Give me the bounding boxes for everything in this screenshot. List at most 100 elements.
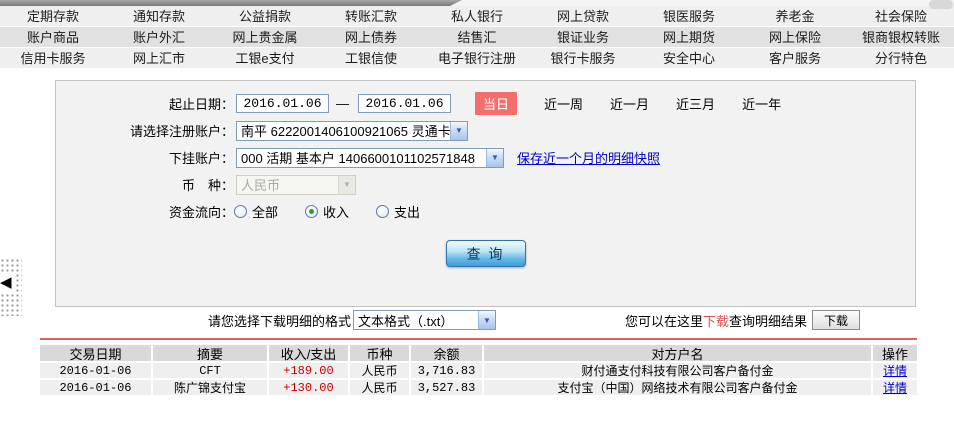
detail-link[interactable]: 详情	[883, 363, 907, 378]
nav-item-online-bonds[interactable]: 网上债券	[318, 27, 424, 47]
cell-counterparty: 财付通支付科技有限公司客户备付金	[484, 363, 871, 378]
nav-item-security-center[interactable]: 安全中心	[636, 48, 742, 68]
download-format-select[interactable]: 文本格式（.txt） ▼	[353, 310, 497, 330]
query-form-panel: 起止日期： — 当日 近一周 近一月 近三月 近一年 请选择注册账户： 南平 6…	[55, 80, 916, 307]
nav-item-credit-card[interactable]: 信用卡服务	[0, 48, 106, 68]
nav-item-bank-securities[interactable]: 银证业务	[530, 27, 636, 47]
cell-action: 详情	[873, 380, 917, 395]
cell-amount: +130.00	[269, 380, 348, 395]
nav-item-branch-features[interactable]: 分行特色	[848, 48, 954, 68]
table-top-divider	[40, 338, 917, 340]
header-amount: 收入/支出	[269, 345, 348, 361]
cell-currency: 人民币	[350, 380, 409, 395]
cell-action: 详情	[873, 363, 917, 378]
date-separator: —	[336, 96, 349, 111]
quick-filter-week[interactable]: 近一周	[544, 94, 583, 113]
currency-label: 币 种：	[181, 178, 234, 193]
nav-item-account-forex[interactable]: 账户外汇	[106, 27, 212, 47]
cell-balance: 3,527.83	[411, 380, 482, 395]
nav-item-notice-deposit[interactable]: 通知存款	[106, 6, 212, 26]
quick-filter-today-badge[interactable]: 当日	[475, 92, 518, 115]
date-range-label: 起止日期：	[168, 97, 234, 112]
radio-label: 全部	[252, 205, 279, 220]
table-row: 2016-01-06 CFT +189.00 人民币 3,716.83 财付通支…	[40, 363, 917, 378]
nav-item-online-insurance[interactable]: 网上保险	[742, 27, 848, 47]
register-account-select[interactable]: 南平 6222001406100921065 灵通卡 ▼	[236, 120, 468, 141]
nav-item-fx-market[interactable]: 网上汇市	[106, 48, 212, 68]
currency-value: 人民币	[241, 178, 281, 193]
radio-label: 收入	[323, 205, 350, 220]
nav-item-customer-service[interactable]: 客户服务	[742, 48, 848, 68]
sub-account-value: 000 活期 基本户 1406600101102571848	[241, 151, 475, 166]
download-hint-suffix: 查询明细结果	[728, 313, 807, 329]
download-button[interactable]: 下载	[812, 310, 860, 330]
main-navigation: 定期存款 通知存款 公益捐款 转账汇款 私人银行 网上贷款 银医服务 养老金 社…	[0, 6, 954, 69]
flow-option-expense[interactable]: 支出	[376, 202, 420, 221]
table-header-row: 交易日期 摘要 收入/支出 币种 余额 对方户名 操作	[40, 345, 917, 361]
flow-direction-label: 资金流向：	[168, 205, 234, 220]
quick-filter-quarter[interactable]: 近三月	[676, 94, 715, 113]
cell-summary: CFT	[153, 363, 267, 378]
query-button[interactable]: 查 询	[445, 240, 526, 267]
table-row: 2016-01-06 陈广锦支付宝 +130.00 人民币 3,527.83 支…	[40, 380, 917, 395]
nav-item-fx-settlement[interactable]: 结售汇	[424, 27, 530, 47]
nav-item-transfer-remittance[interactable]: 转账汇款	[318, 6, 424, 26]
cell-counterparty: 支付宝（中国）网络技术有限公司客户备付金	[484, 380, 871, 395]
nav-item-bank-merchant-transfer[interactable]: 银商银权转账	[848, 27, 954, 47]
flow-direction-row: 资金流向： 全部 收入 支出	[56, 198, 915, 225]
nav-item-bankcard-service[interactable]: 银行卡服务	[530, 48, 636, 68]
date-range-row: 起止日期： — 当日 近一周 近一月 近三月 近一年	[56, 90, 915, 117]
dropdown-arrow-icon: ▼	[478, 311, 496, 329]
nav-item-social-insurance[interactable]: 社会保险	[848, 6, 954, 26]
sub-account-label: 下挂账户：	[168, 151, 234, 166]
nav-item-icbc-epay[interactable]: 工银e支付	[212, 48, 318, 68]
nav-item-bank-medical[interactable]: 银医服务	[636, 6, 742, 26]
cell-amount: +189.00	[269, 363, 348, 378]
date-to-input[interactable]	[358, 94, 451, 113]
nav-row-1: 定期存款 通知存款 公益捐款 转账汇款 私人银行 网上贷款 银医服务 养老金 社…	[0, 6, 954, 27]
register-account-value: 南平 6222001406100921065 灵通卡	[241, 124, 450, 139]
header-summary: 摘要	[153, 345, 267, 361]
nav-row-2: 账户商品 账户外汇 网上贵金属 网上债券 结售汇 银证业务 网上期货 网上保险 …	[0, 27, 954, 48]
header-action: 操作	[873, 345, 917, 361]
dropdown-arrow-icon: ▼	[486, 148, 503, 167]
nav-item-icbc-messenger[interactable]: 工银信使	[318, 48, 424, 68]
radio-icon	[305, 205, 319, 218]
nav-item-charity-donation[interactable]: 公益捐款	[212, 6, 318, 26]
chrome-tab-remnant	[0, 0, 462, 6]
nav-item-private-banking[interactable]: 私人银行	[424, 6, 530, 26]
download-hint-highlight: 下载	[702, 313, 729, 329]
quick-filter-month[interactable]: 近一月	[610, 94, 649, 113]
detail-link[interactable]: 详情	[883, 380, 907, 395]
scrollbar-top-cap[interactable]	[929, 0, 953, 9]
nav-item-online-loan[interactable]: 网上贷款	[530, 6, 636, 26]
header-currency: 币种	[350, 345, 409, 361]
currency-select: 人民币 ▼	[236, 174, 356, 195]
save-snapshot-link[interactable]: 保存近一个月的明细快照	[517, 148, 660, 167]
sub-account-select[interactable]: 000 活期 基本户 1406600101102571848 ▼	[236, 147, 504, 168]
download-hint-prefix: 您可以在这里	[624, 313, 703, 329]
nav-item-ebanking-register[interactable]: 电子银行注册	[424, 48, 530, 68]
download-format-value: 文本格式（.txt）	[358, 313, 454, 329]
register-account-label: 请选择注册账户：	[129, 124, 234, 139]
nav-item-account-products[interactable]: 账户商品	[0, 27, 106, 47]
cell-date: 2016-01-06	[40, 380, 151, 395]
header-date: 交易日期	[40, 345, 151, 361]
flow-option-all[interactable]: 全部	[234, 202, 278, 221]
nav-item-precious-metals[interactable]: 网上贵金属	[212, 27, 318, 47]
nav-item-fixed-deposit[interactable]: 定期存款	[0, 6, 106, 26]
nav-item-online-futures[interactable]: 网上期货	[636, 27, 742, 47]
currency-row: 币 种： 人民币 ▼	[56, 171, 915, 198]
browser-chrome-strip	[0, 0, 954, 9]
collapse-left-icon[interactable]: ◀	[0, 274, 14, 292]
quick-filter-year[interactable]: 近一年	[742, 94, 781, 113]
cell-currency: 人民币	[350, 363, 409, 378]
nav-item-pension[interactable]: 养老金	[742, 6, 848, 26]
radio-icon	[234, 205, 247, 218]
transaction-table: 交易日期 摘要 收入/支出 币种 余额 对方户名 操作 2016-01-06 C…	[40, 345, 917, 397]
dropdown-arrow-icon: ▼	[338, 175, 355, 194]
flow-option-income[interactable]: 收入	[305, 202, 349, 221]
query-button-row: 查 询	[56, 240, 915, 267]
radio-icon	[376, 205, 390, 218]
date-from-input[interactable]	[236, 94, 329, 113]
